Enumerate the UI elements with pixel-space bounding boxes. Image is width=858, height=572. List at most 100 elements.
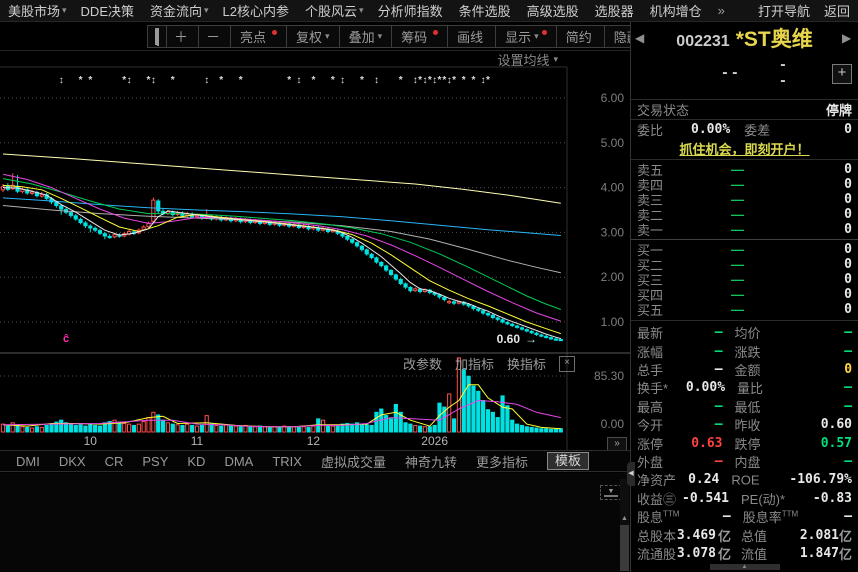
weibi-value: 0.00% — [691, 121, 731, 137]
change-params-button[interactable]: 改参数 — [403, 354, 442, 373]
menu-item-label: 机构增仓 — [649, 4, 702, 19]
toolbar-button[interactable]: 简约 — [555, 25, 605, 48]
weicha-value: 0 — [844, 121, 852, 137]
svg-text:*: * — [287, 75, 291, 86]
stat-row: 最高 — 最低 — — [631, 397, 858, 415]
menu-item[interactable]: 选股器 — [595, 1, 636, 20]
open-account-link[interactable]: 抓住机会，即刻开户！ — [679, 139, 809, 158]
panel-resize-grip[interactable]: ▲ — [631, 563, 858, 572]
indicator-tab[interactable]: DKX — [59, 454, 86, 469]
change-placeholders: - - — [779, 59, 787, 88]
toolbar-button[interactable]: ＋ — [166, 25, 199, 48]
close-icon[interactable]: × — [559, 355, 576, 372]
svg-text:*: * — [79, 75, 83, 86]
menu-item[interactable]: » — [718, 3, 727, 18]
menu-item[interactable]: 美股市场 ▾ — [8, 1, 67, 20]
stat-label: 涨停 — [637, 436, 664, 452]
stat-label: 金额 — [734, 363, 761, 379]
indicator-tab[interactable]: 模板 — [547, 452, 590, 470]
prev-stock-arrow-icon[interactable]: ◀ — [635, 31, 647, 45]
indicator-tab[interactable]: TRIX — [272, 454, 302, 469]
stat-value: — — [722, 509, 731, 525]
menu-item[interactable]: DDE决策 — [81, 1, 136, 20]
menu-item[interactable]: 机构增仓 — [650, 1, 704, 20]
svg-text:*: * — [239, 75, 243, 86]
stat-row: 总股本 3.469 亿 总值 2.081 亿 — [631, 526, 858, 544]
stat-label: ROE — [731, 472, 760, 488]
menu-item[interactable]: L2核心内参 — [223, 1, 291, 20]
next-stock-arrow-icon[interactable]: ▶ — [842, 31, 854, 45]
ma-setting-dropdown[interactable]: 设置均线 ▾ — [497, 50, 558, 69]
indicator-tab[interactable]: CR — [105, 454, 124, 469]
indicator-tab[interactable]: KD — [187, 454, 205, 469]
toolbar-button[interactable]: 叠加 ▾ — [338, 25, 393, 48]
toolbar-button[interactable]: 筹码 — [391, 25, 449, 48]
menu-item[interactable]: 资金流向 ▾ — [150, 1, 209, 20]
toolbar-buttons: ＋ － 亮点 复权 ▾ 叠加 ▾ 筹码 画线 显示 ▾ 简约 隐藏 — [147, 25, 667, 48]
stat-row: 外盘 — 内盘 — — [631, 452, 858, 470]
menu-item[interactable]: 分析师指数 — [378, 1, 445, 20]
svg-text:1.00: 1.00 — [601, 315, 625, 329]
stat-row: 净资产 0.24 ROE -106.79% — [631, 471, 858, 489]
svg-text:*: * — [88, 75, 92, 86]
stat-row: 最新 — 均价 — — [631, 324, 858, 342]
menu-item[interactable]: 条件选股 — [459, 1, 513, 20]
menu-right-items: 打开导航 返回 — [758, 1, 850, 20]
stat-label: 量比 — [737, 381, 764, 397]
add-indicator-button[interactable]: 加指标 — [455, 354, 494, 373]
menu-item-label: 选股器 — [594, 4, 634, 19]
indicator-tab[interactable]: 虚拟成交量 — [321, 452, 386, 471]
queue-price: — — [731, 286, 744, 302]
indicator-tab[interactable]: DMI — [16, 454, 40, 469]
menu-item[interactable]: 个股风云 ▾ — [305, 1, 364, 20]
add-to-watchlist-button[interactable]: + — [832, 63, 852, 84]
panel-collapse-handle[interactable]: ◀ — [627, 462, 635, 486]
trade-status-label: 交易状态 — [637, 102, 690, 118]
switch-indicator-button[interactable]: 换指标 — [507, 354, 546, 373]
price-display: -- - - + — [631, 54, 858, 99]
menu-item[interactable]: 高级选股 — [527, 1, 581, 20]
buy-queue: 买一 — 0 买二 — 0 买三 — 0 买四 — 0 买五 — 0 — [631, 241, 858, 318]
svg-text:*: * — [471, 75, 475, 86]
stat-label: 流值 — [741, 546, 768, 562]
indicator-tab[interactable]: 神奇九转 — [405, 452, 457, 471]
svg-text:*: * — [360, 75, 364, 86]
queue-volume: 0 — [844, 221, 852, 237]
toolbar-button-label: 筹码 — [401, 30, 428, 45]
stat-label: 外盘 — [637, 455, 664, 470]
stat-row: 换手* 0.00% 量比 — — [631, 379, 858, 397]
stat-label: 流通股 — [637, 546, 677, 562]
dock-panel-icon[interactable]: ▼ — [600, 485, 622, 500]
stat-label: 内盘 — [734, 455, 761, 470]
toolbar-button[interactable]: 亮点 — [230, 25, 288, 48]
stat-row: 收益㊂ -0.541 PE(动)* -0.83 — [631, 489, 858, 507]
chart-region: 6.00 5.00 4.00 3.00 2.00 1.00 85.30 0.00 10 11 12 2… — [0, 50, 630, 452]
svg-text:ĉ: ĉ — [63, 333, 69, 345]
open-account-link-row: 抓住机会，即刻开户！ — [631, 139, 858, 160]
kline-chart[interactable]: 6.00 5.00 4.00 3.00 2.00 1.00 85.30 0.00 10 11 12 2… — [0, 50, 630, 450]
svg-text:3.00: 3.00 — [601, 225, 625, 239]
svg-text:85.30: 85.30 — [594, 369, 624, 383]
menu-item-label: 高级选股 — [526, 4, 579, 19]
stat-label: 今开 — [637, 418, 664, 434]
queue-volume: 0 — [844, 241, 852, 257]
lock-button[interactable] — [147, 25, 167, 48]
toolbar-button[interactable]: 画线 — [447, 25, 497, 48]
menu-item[interactable]: 返回 — [824, 1, 850, 20]
indicator-tab[interactable]: 更多指标 — [476, 452, 528, 471]
vertical-scrollbar[interactable]: ▲ — [620, 479, 629, 571]
toolbar-button[interactable]: － — [198, 25, 231, 48]
indicator-tab[interactable]: PSY — [142, 454, 168, 469]
menu-item[interactable]: 打开导航 — [758, 1, 810, 20]
toolbar-button[interactable]: 显示 ▾ — [495, 25, 557, 48]
scrollbar-thumb[interactable] — [620, 525, 629, 571]
stat-value: — — [714, 362, 723, 378]
svg-text:↕: ↕ — [447, 75, 452, 86]
stat-value: 0 — [844, 362, 853, 378]
toolbar-button[interactable]: 复权 ▾ — [286, 25, 340, 48]
svg-text:↕: ↕ — [481, 75, 486, 86]
queue-price: — — [731, 271, 744, 287]
scroll-up-arrow-icon[interactable]: ▲ — [620, 515, 629, 522]
stat-unit: 亿 — [718, 528, 732, 544]
indicator-tab[interactable]: DMA — [224, 454, 253, 469]
